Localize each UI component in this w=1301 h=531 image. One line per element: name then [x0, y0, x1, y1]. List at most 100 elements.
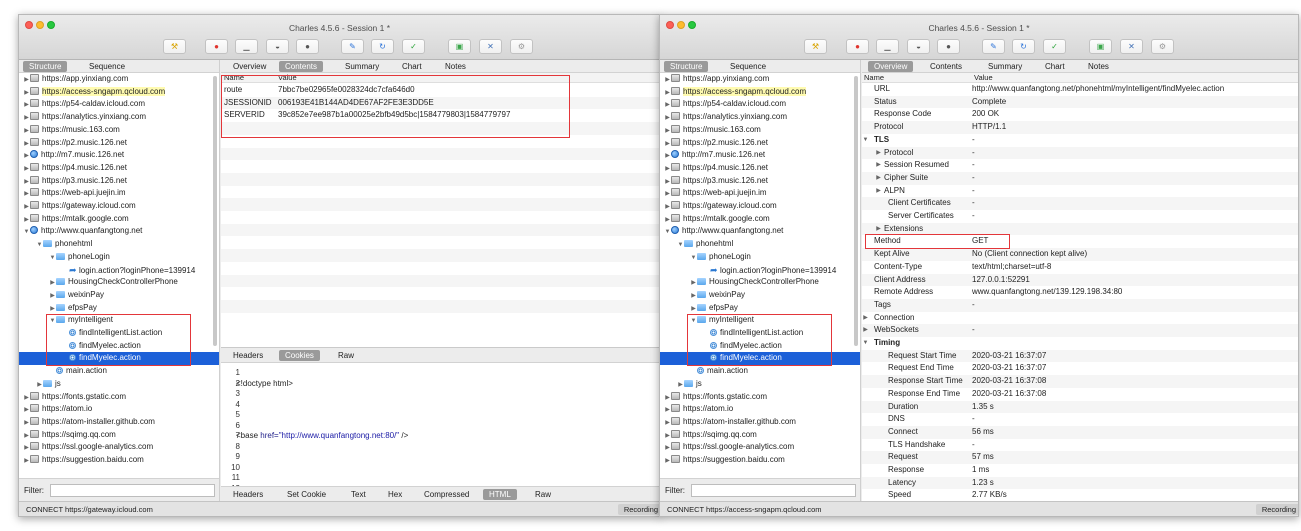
refresh-button[interactable]: ↻	[371, 39, 394, 54]
tree-item[interactable]: ▶ https://fonts.gstatic.com	[19, 391, 219, 404]
tab-body-headers[interactable]: Headers	[227, 489, 269, 500]
tree-item[interactable]: ▶ https://p4.music.126.net	[19, 162, 219, 175]
overview-row[interactable]: Request Start Time 2020-03-21 16:37:07	[862, 349, 1298, 363]
tree-scrollbar[interactable]	[213, 76, 217, 346]
overview-row[interactable]: ▶ Protocol -	[862, 146, 1298, 160]
tree-item[interactable]: ▶ https://sqimg.qq.com	[660, 429, 860, 442]
tree-item[interactable]: ▶ https://app.yinxiang.com	[660, 73, 860, 86]
overview-row[interactable]: ▶ Extensions	[862, 222, 1298, 236]
tree-item[interactable]: findMyelec.action	[19, 340, 219, 353]
tree-item[interactable]: ▶ https://ssl.google-analytics.com	[19, 441, 219, 454]
tree-item[interactable]: findIntelligentList.action	[660, 327, 860, 340]
tab-notes[interactable]: Notes	[1082, 61, 1115, 72]
tree-item[interactable]: findMyelec.action	[660, 340, 860, 353]
tree-item[interactable]: ▶ https://gateway.icloud.com	[660, 200, 860, 213]
tree-item[interactable]: ▼ myIntelligent	[660, 314, 860, 327]
record-button[interactable]: ●	[846, 39, 869, 54]
tree-item[interactable]: ▶ https://suggestion.baidu.com	[660, 454, 860, 467]
throttle-button[interactable]: ▁	[876, 39, 899, 54]
tree-item[interactable]: main.action	[660, 365, 860, 378]
overview-row[interactable]: ▶ Cipher Suite -	[862, 171, 1298, 185]
basket-button[interactable]: ▣	[448, 39, 471, 54]
tree-item[interactable]: ▶ https://web-api.juejin.im	[19, 187, 219, 200]
disclosure-closed-icon[interactable]: ▶	[875, 223, 882, 236]
tree-item[interactable]: ▶ weixinPay	[19, 289, 219, 302]
overview-row[interactable]: ▼ Timing	[862, 337, 1298, 350]
tab-overview[interactable]: Overview	[227, 61, 272, 72]
tree-item[interactable]: ▶ https://mtalk.google.com	[660, 213, 860, 226]
disclosure-closed-icon[interactable]: ▶	[875, 147, 882, 160]
tab-structure[interactable]: Structure	[664, 61, 709, 72]
tab-notes[interactable]: Notes	[439, 61, 472, 72]
overview-row[interactable]: Status Complete	[862, 95, 1298, 109]
filter-input[interactable]	[50, 484, 215, 497]
filter-input[interactable]	[691, 484, 856, 497]
disclosure-closed-icon[interactable]: ▶	[875, 159, 882, 172]
overview-row[interactable]: ▶ WebSockets -	[862, 324, 1298, 337]
tab-overview[interactable]: Overview	[868, 61, 914, 72]
tree-item[interactable]: findIntelligentList.action	[19, 327, 219, 340]
tree-item[interactable]: findMyelec.action	[19, 352, 219, 366]
overview-row[interactable]: Response 1 ms	[862, 464, 1298, 477]
tree-item[interactable]: ➦ login.action?loginPhone=139914	[19, 264, 219, 277]
tab-compressed[interactable]: Compressed	[418, 489, 475, 500]
overview-row[interactable]: Protocol HTTP/1.1	[862, 121, 1298, 134]
tree-item[interactable]: ▶ https://suggestion.baidu.com	[19, 454, 219, 467]
overview-row[interactable]: Latency 1.23 s	[862, 476, 1298, 490]
tab-summary[interactable]: Summary	[339, 61, 385, 72]
tab-contents[interactable]: Contents	[924, 61, 968, 72]
stop-button[interactable]: ●	[296, 39, 319, 54]
tree-item[interactable]: ▶ https://web-api.juejin.im	[660, 187, 860, 200]
tab-headers[interactable]: Headers	[227, 350, 269, 361]
overview-row[interactable]: Tags -	[862, 298, 1298, 312]
tree-item[interactable]: ▶ https://app.yinxiang.com	[19, 73, 219, 86]
overview-row[interactable]: DNS -	[862, 413, 1298, 426]
tools-button[interactable]: ✕	[1120, 39, 1143, 54]
table-row[interactable]: JSESSIONID 006193E41B144AD4DE67AF2FE3E3DD…	[221, 96, 660, 110]
overview-row[interactable]: Connect 56 ms	[862, 425, 1298, 439]
tree-item[interactable]: ▶ https://mtalk.google.com	[19, 213, 219, 226]
tab-set-cookie[interactable]: Set Cookie	[281, 489, 332, 500]
overview-row[interactable]: Content-Type text/html;charset=utf-8	[862, 261, 1298, 274]
tree-item[interactable]: ▼ http://www.quanfangtong.net	[19, 225, 219, 238]
table-row[interactable]: SERVERID 39c852e7ee987b1a00025e2bfb49d5bc…	[221, 109, 660, 122]
refresh-button[interactable]: ↻	[1012, 39, 1035, 54]
overview-row[interactable]: Request End Time 2020-03-21 16:37:07	[862, 362, 1298, 375]
tree-item[interactable]: ▶ https://gateway.icloud.com	[19, 200, 219, 213]
turtle-button[interactable]: ◒	[266, 39, 289, 54]
overview-row[interactable]: Kept Alive No (Client connection kept ali…	[862, 248, 1298, 261]
tab-raw[interactable]: Raw	[332, 350, 360, 361]
tree-item[interactable]: ▼ myIntelligent	[19, 314, 219, 327]
tree-item[interactable]: ▶ http://m7.music.126.net	[19, 149, 219, 162]
tree-item[interactable]: ▶ https://music.163.com	[19, 124, 219, 137]
disclosure-closed-icon[interactable]: ▶	[875, 172, 882, 185]
tree-item[interactable]: ▶ HousingCheckControllerPhone	[19, 276, 219, 289]
stop-button[interactable]: ●	[937, 39, 960, 54]
overview-row[interactable]: Request 57 ms	[862, 451, 1298, 464]
tree-item[interactable]: ▶ https://p3.music.126.net	[19, 175, 219, 188]
recording-indicator[interactable]: Recording	[1255, 504, 1298, 515]
tab-text[interactable]: Text	[345, 489, 372, 500]
disclosure-closed-icon[interactable]: ▶	[862, 324, 869, 337]
tree-item[interactable]: ▶ https://ssl.google-analytics.com	[660, 441, 860, 454]
tree-item[interactable]: ▶ https://p54-caldav.icloud.com	[660, 98, 860, 111]
tree-item[interactable]: ▼ phoneLogin	[19, 251, 219, 264]
overview-row[interactable]: Server Certificates -	[862, 210, 1298, 223]
tab-contents[interactable]: Contents	[279, 61, 324, 72]
tab-html[interactable]: HTML	[483, 489, 517, 500]
overview-row[interactable]: Method GET	[862, 235, 1298, 248]
tree-item[interactable]: ▶ weixinPay	[660, 289, 860, 302]
tree-item[interactable]: ▶ https://analytics.yinxiang.com	[660, 111, 860, 124]
tree-item[interactable]: main.action	[19, 365, 219, 378]
overview-row[interactable]: Remote Address www.quanfangtong.net/139.1…	[862, 286, 1298, 299]
tree-item[interactable]: ▶ https://atom-installer.github.com	[19, 416, 219, 429]
overview-row[interactable]: Duration 1.35 s	[862, 400, 1298, 414]
overview-row[interactable]: Response Code 200 OK	[862, 108, 1298, 121]
tree-item[interactable]: ▶ js	[19, 378, 219, 391]
tree-item[interactable]: ▶ http://m7.music.126.net	[660, 149, 860, 162]
tree-item[interactable]: ▶ efpsPay	[660, 302, 860, 315]
tree-item[interactable]: ▶ https://p4.music.126.net	[660, 162, 860, 175]
tree-item[interactable]: ▶ https://sqimg.qq.com	[19, 429, 219, 442]
tree-item[interactable]: ▶ https://fonts.gstatic.com	[660, 391, 860, 404]
tab-structure[interactable]: Structure	[23, 61, 68, 72]
